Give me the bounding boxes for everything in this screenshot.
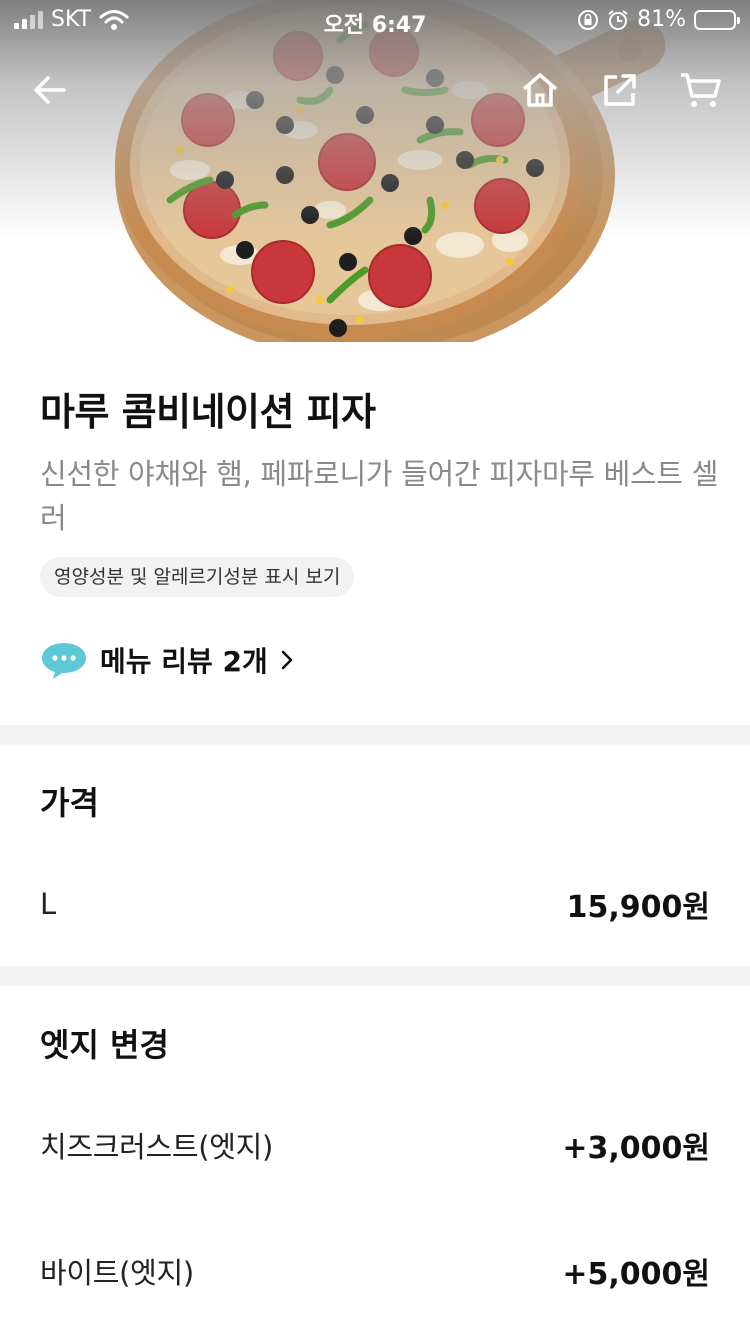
edge-option-price: +3,000원 [562, 1131, 710, 1166]
menu-review-label: 메뉴 리뷰 2개 [100, 645, 268, 678]
edge-option-row[interactable]: 바이트(엣지) +5,000원 [40, 1246, 710, 1296]
alarm-icon [608, 9, 628, 30]
price-section-title: 가격 [40, 784, 99, 822]
nutrition-info-button[interactable]: 영양성분 및 알레르기성분 표시 보기 [40, 557, 355, 597]
price-option-price: 15,900원 [566, 890, 710, 925]
battery-percent: 81% [637, 7, 686, 32]
speech-bubble-icon [42, 643, 86, 679]
product-description: 신선한 야채와 햄, 페파로니가 들어간 피자마루 베스트 셀러 [40, 457, 719, 535]
price-option-name: L [40, 887, 56, 921]
section-divider [0, 725, 750, 745]
product-hero: SKT 오전 6:47 81% [0, 0, 750, 342]
edge-option-row[interactable]: 치즈크러스트(엣지) +3,000원 [40, 1120, 710, 1170]
menu-review-link[interactable]: 메뉴 리뷰 2개 [40, 638, 294, 682]
status-bar: SKT 오전 6:47 81% [0, 0, 750, 40]
edge-option-price: +5,000원 [562, 1257, 710, 1292]
share-icon [604, 74, 636, 106]
product-title: 마루 콤비네이션 피자 [40, 390, 376, 434]
rotation-lock-icon [578, 9, 599, 30]
section-divider [0, 966, 750, 986]
arrow-left-icon [34, 76, 66, 104]
price-option-row[interactable]: L 15,900원 [40, 879, 710, 929]
edge-option-name: 바이트(엣지) [40, 1256, 194, 1290]
cart-icon [681, 73, 721, 107]
cart-button[interactable] [674, 64, 726, 116]
share-button[interactable] [594, 64, 646, 116]
battery-icon [694, 9, 740, 30]
home-button[interactable] [514, 64, 566, 116]
edge-option-name: 치즈크러스트(엣지) [40, 1130, 274, 1164]
edge-section-title: 엣지 변경 [40, 1026, 169, 1064]
back-button[interactable] [24, 64, 76, 116]
home-icon [522, 73, 558, 107]
chevron-right-icon [280, 649, 294, 671]
